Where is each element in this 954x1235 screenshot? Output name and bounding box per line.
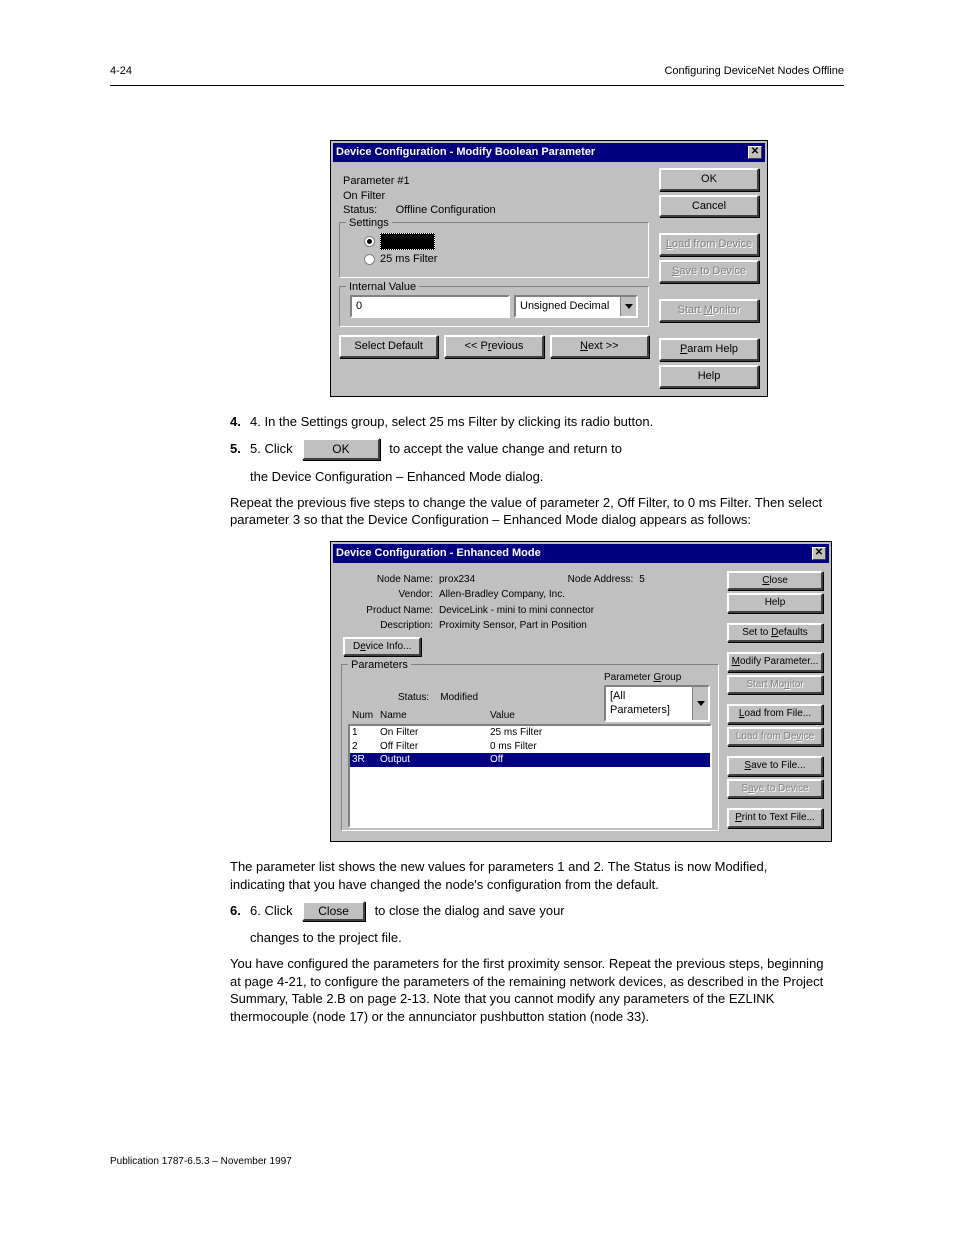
table-row-selected[interactable]: 3R Output Off: [350, 753, 710, 767]
col-value: Value: [490, 709, 596, 723]
load-from-device-button: Load from Device: [659, 233, 759, 256]
node-address-value: 5: [639, 573, 717, 587]
ok-inline-button[interactable]: OK: [302, 438, 379, 460]
table-row[interactable]: 2 Off Filter 0 ms Filter: [350, 740, 710, 754]
radio-0ms-label: 0 ms Filter: [380, 233, 435, 250]
internal-value-type-combo[interactable]: Unsigned Decimal: [514, 295, 638, 318]
start-monitor-button: Start Monitor: [727, 675, 823, 695]
parameters-group-title: Parameters: [348, 658, 411, 673]
step-5a-text: 5. Click: [250, 441, 293, 456]
radio-dot-icon: [364, 254, 375, 265]
page-section-title: Configuring DeviceNet Nodes Offline: [664, 64, 844, 79]
step-6c-text: changes to the project file.: [250, 929, 824, 947]
start-monitor-button: Start Monitor: [659, 299, 759, 322]
step-4-text: 4. In the Settings group, select 25 ms F…: [250, 414, 653, 429]
settings-group-title: Settings: [346, 216, 392, 231]
load-from-device-button: Load from Device: [727, 727, 823, 747]
chevron-down-icon: [692, 687, 708, 721]
param-help-button[interactable]: Param Help: [659, 338, 759, 361]
paragraph-text: The parameter list shows the new values …: [230, 858, 824, 893]
combo-text: [All Parameters]: [606, 687, 692, 721]
parameter-table[interactable]: 1 On Filter 25 ms Filter 2 Off Filter 0 …: [348, 724, 712, 828]
closing-paragraph: You have configured the parameters for t…: [230, 955, 824, 1025]
load-from-file-button[interactable]: Load from File...: [727, 704, 823, 724]
close-icon[interactable]: ✕: [748, 146, 762, 159]
dialog-title: Device Configuration - Modify Boolean Pa…: [336, 145, 595, 160]
param-group-combo[interactable]: [All Parameters]: [604, 685, 710, 723]
description-label: Description:: [353, 619, 433, 633]
next-button[interactable]: Next >>: [550, 335, 649, 358]
close-button[interactable]: Close: [727, 571, 823, 591]
param-group-label: Parameter Group: [604, 671, 710, 685]
parameter-number: Parameter #1: [343, 174, 645, 189]
node-name-label: Node Name:: [353, 573, 433, 587]
radio-25ms[interactable]: 25 ms Filter: [364, 252, 638, 267]
save-to-device-button: Save to Device: [659, 260, 759, 283]
print-to-text-button[interactable]: Print to Text File...: [727, 808, 823, 828]
radio-25ms-label: 25 ms Filter: [380, 252, 437, 267]
description-value: Proximity Sensor, Part in Position: [439, 619, 717, 633]
status-label: Status:: [343, 204, 377, 216]
product-name-value: DeviceLink - mini to mini connector: [439, 604, 717, 618]
help-button[interactable]: Help: [727, 593, 823, 613]
instruction-text: Repeat the previous five steps to change…: [230, 494, 824, 529]
device-info-button[interactable]: Device Info...: [343, 637, 421, 657]
combo-text: Unsigned Decimal: [516, 297, 620, 316]
status-value: Offline Configuration: [396, 204, 496, 216]
node-address-label: Node Address:: [553, 573, 633, 587]
radio-0ms[interactable]: 0 ms Filter: [364, 233, 638, 250]
previous-button[interactable]: << Previous: [444, 335, 543, 358]
step-5c-text: the Device Configuration – Enhanced Mode…: [250, 468, 824, 486]
vendor-value: Allen-Bradley Company, Inc.: [439, 588, 717, 602]
chevron-down-icon: [620, 297, 636, 316]
col-num: Num: [352, 709, 380, 723]
publication-footer: Publication 1787-6.5.3 – November 1997: [110, 1155, 844, 1169]
close-icon[interactable]: ✕: [812, 547, 826, 560]
settings-group: Settings 0 ms Filter 25 ms Filter: [339, 222, 649, 278]
dialog-title: Device Configuration - Enhanced Mode: [336, 546, 541, 561]
radio-dot-icon: [364, 236, 375, 247]
step-5b-text: to accept the value change and return to: [389, 441, 622, 456]
table-row[interactable]: 1 On Filter 25 ms Filter: [350, 726, 710, 740]
internal-value-input[interactable]: 0: [350, 295, 510, 318]
node-name-value: prox234: [439, 573, 547, 587]
col-name: Name: [380, 709, 490, 723]
enhanced-mode-dialog: Device Configuration - Enhanced Mode ✕ N…: [330, 541, 832, 843]
modify-boolean-dialog: Device Configuration - Modify Boolean Pa…: [330, 140, 768, 397]
step-6b-text: to close the dialog and save your: [375, 903, 565, 918]
ok-button[interactable]: OK: [659, 168, 759, 191]
save-to-device-button: Save to Device: [727, 779, 823, 799]
vendor-label: Vendor:: [353, 588, 433, 602]
save-to-file-button[interactable]: Save to File...: [727, 756, 823, 776]
internal-value-title: Internal Value: [346, 280, 419, 295]
cancel-button[interactable]: Cancel: [659, 195, 759, 218]
select-default-button[interactable]: Select Default: [339, 335, 438, 358]
internal-value-group: Internal Value 0 Unsigned Decimal: [339, 286, 649, 327]
param-status-label: Status:: [398, 692, 429, 703]
help-button[interactable]: Help: [659, 365, 759, 388]
header-rule: [110, 85, 844, 86]
parameters-group: Parameters Status: Modified Num Name: [341, 664, 719, 831]
set-defaults-button[interactable]: Set to Defaults: [727, 623, 823, 643]
modify-parameter-button[interactable]: Modify Parameter...: [727, 652, 823, 672]
product-name-label: Product Name:: [353, 604, 433, 618]
step-6a-text: 6. Click: [250, 903, 293, 918]
param-status-value: Modified: [440, 692, 478, 703]
parameter-name: On Filter: [343, 189, 645, 204]
page-number: 4-24: [110, 64, 132, 79]
close-inline-button[interactable]: Close: [302, 901, 365, 921]
